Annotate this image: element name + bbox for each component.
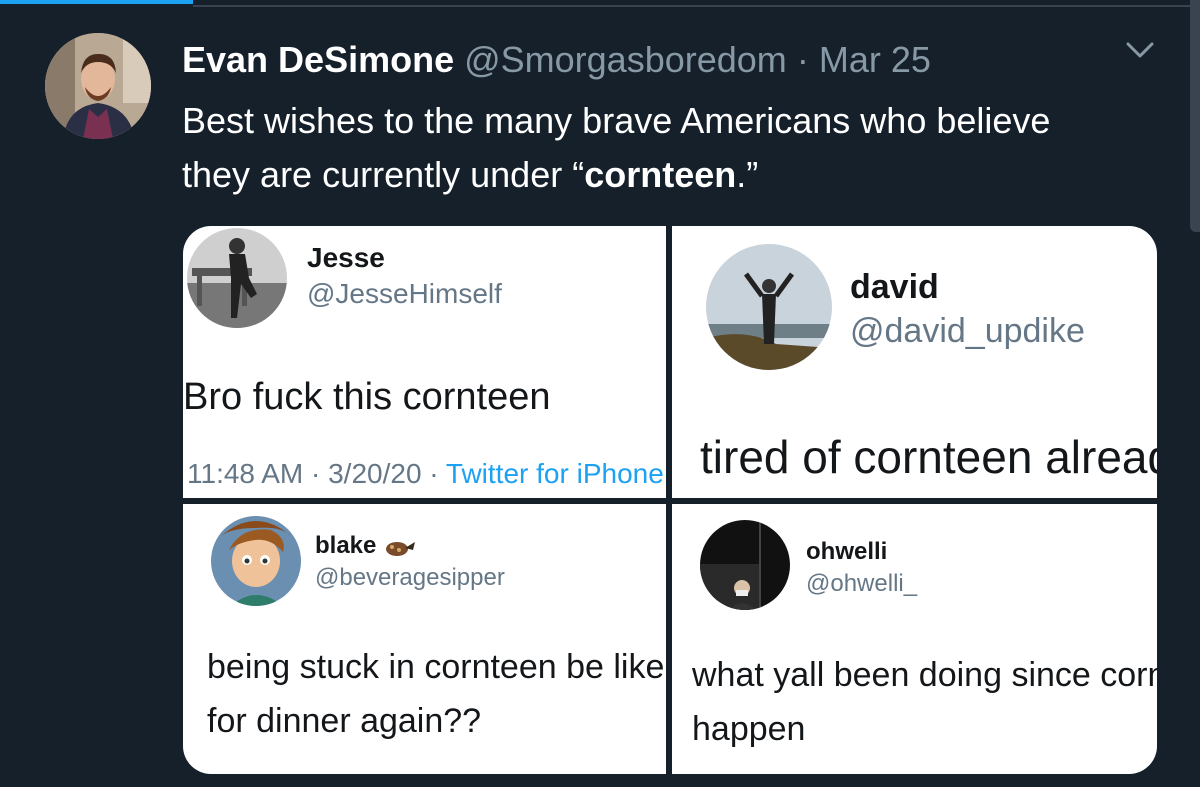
tweet-text-bold: cornteen <box>584 154 737 195</box>
panel-author-handle: @ohwelli_ <box>806 570 918 597</box>
panel-author-name: blake <box>315 532 417 560</box>
avatar <box>706 244 832 370</box>
author-handle[interactable]: @Smorgasboredom <box>464 39 787 80</box>
panel-author-name: Jesse <box>307 242 385 273</box>
panel-source: Twitter for iPhone <box>445 458 664 489</box>
avatar[interactable] <box>45 33 151 139</box>
header-separator: · <box>796 39 809 80</box>
panel-author-handle: @david_updike <box>850 312 1085 350</box>
chevron-down-icon[interactable] <box>1120 36 1160 66</box>
scrollbar[interactable] <box>1190 0 1200 232</box>
screenshot-panel-blake: blake @beveragesipper being stuck in cor… <box>183 504 666 774</box>
avatar <box>211 516 301 606</box>
top-tab-indicator <box>0 0 1200 8</box>
emoji-icon <box>386 541 416 556</box>
tweet-date[interactable]: Mar 25 <box>819 39 931 80</box>
panel-tweet-text-line1: what yall been doing since cornteen <box>692 656 1157 694</box>
screenshot-panel-david: david @david_updike tired of cornteen al… <box>672 226 1157 498</box>
panel-author-name: david <box>850 268 939 306</box>
avatar <box>187 228 287 328</box>
screenshot-panel-jesse: Jesse @JesseHimself Bro fuck this cornte… <box>183 226 666 498</box>
panel-author-handle: @JesseHimself <box>307 278 502 309</box>
tweet-text: Best wishes to the many brave Americans … <box>182 94 1082 202</box>
panel-tweet-meta: 11:48 AM · 3/20/20 · Twitter for iPhone <box>187 458 664 490</box>
panel-author-handle: @beveragesipper <box>315 564 505 591</box>
panel-tweet-text: Bro fuck this cornteen <box>183 376 551 418</box>
tweet-header: Evan DeSimone @Smorgasboredom · Mar 25 <box>182 38 931 82</box>
header-divider <box>193 5 1200 7</box>
panel-tweet-text: tired of cornteen already <box>700 431 1157 483</box>
tweet-text-part2: .” <box>736 154 759 195</box>
panel-timestamp: 11:48 AM · 3/20/20 · <box>187 458 446 489</box>
active-tab-underline <box>0 0 193 4</box>
avatar <box>700 520 790 610</box>
panel-tweet-text-line2: for dinner again?? <box>207 702 482 740</box>
screenshot-panel-ohwelli: ohwelli @ohwelli_ what yall been doing s… <box>672 504 1157 774</box>
author-name[interactable]: Evan DeSimone <box>182 39 454 80</box>
panel-author-name: ohwelli <box>806 538 888 565</box>
panel-tweet-text-line2: happen <box>692 710 806 748</box>
media-image-grid[interactable]: Jesse @JesseHimself Bro fuck this cornte… <box>183 226 1157 774</box>
panel-author-name-text: blake <box>315 532 377 559</box>
panel-tweet-text-line1: being stuck in cornteen be like <box>207 648 665 686</box>
